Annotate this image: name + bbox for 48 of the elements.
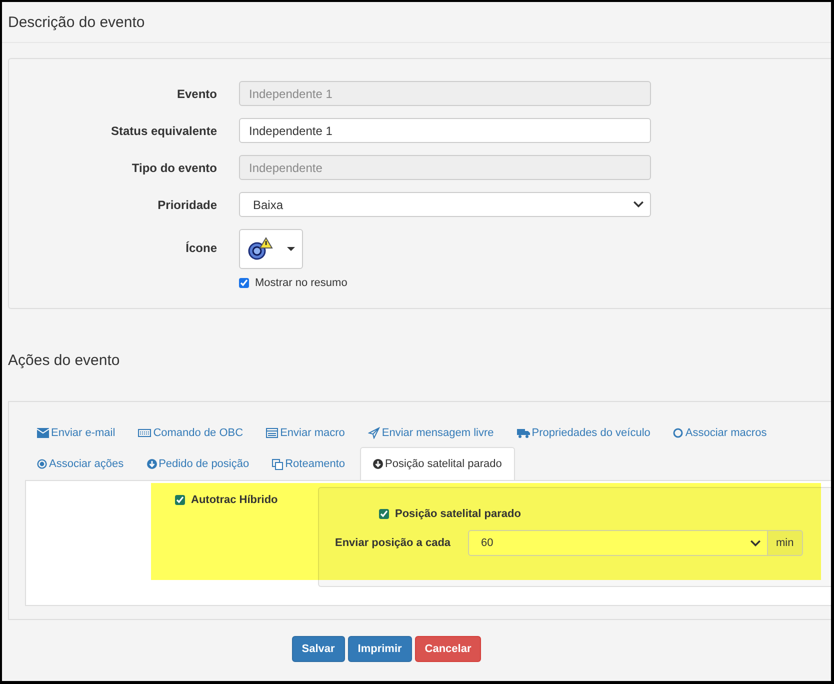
- list-card-icon: [266, 428, 278, 438]
- checkbox[interactable]: [175, 495, 185, 505]
- tab[interactable]: Posição satelital parado: [360, 447, 515, 480]
- chevron-down-icon: [633, 201, 644, 208]
- envelope-icon: [37, 428, 49, 438]
- field-label: Tipo do evento: [130, 160, 218, 174]
- checkbox-label: Posição satelital parado: [395, 508, 521, 520]
- input-field[interactable]: Independente: [239, 155, 651, 180]
- tab[interactable]: Roteamento: [264, 447, 358, 480]
- radio-dot-icon: [37, 459, 47, 469]
- keyboard-icon: [138, 429, 152, 437]
- field-label: Prioridade: [156, 198, 218, 212]
- field-label: Evento: [176, 86, 218, 100]
- field-label: Enviar posição a cada: [335, 537, 452, 549]
- tab[interactable]: Comando de OBC: [130, 416, 256, 449]
- field-label: Ícone: [184, 241, 218, 255]
- input-field[interactable]: Independente 1: [239, 118, 651, 143]
- chevron-down-icon: [750, 540, 761, 546]
- unit-addon: min: [768, 530, 803, 556]
- action-button[interactable]: Cancelar: [414, 636, 482, 662]
- input-field[interactable]: Independente 1: [239, 81, 651, 106]
- section-title: Ações do evento: [8, 352, 120, 368]
- checkbox-label: Autotrac Híbrido: [191, 494, 278, 506]
- arrow-down-circle-icon: [146, 459, 157, 469]
- tab[interactable]: Enviar e-mail: [29, 416, 128, 449]
- checkbox[interactable]: [239, 278, 249, 288]
- tab[interactable]: Enviar macro: [258, 416, 358, 449]
- action-button[interactable]: Imprimir: [348, 636, 412, 662]
- tab[interactable]: Associar macros: [665, 416, 780, 449]
- checkbox-label: Mostrar no resumo: [255, 277, 348, 289]
- select-field[interactable]: Baixa: [239, 192, 651, 217]
- arrow-down-circle-icon: [373, 459, 384, 469]
- tab[interactable]: Propriedades do veículo: [508, 416, 664, 449]
- caret-icon: [287, 247, 295, 251]
- circle-icon: [673, 428, 684, 438]
- action-button[interactable]: Salvar: [292, 636, 345, 662]
- copy-icon: [272, 458, 284, 470]
- truck-icon: [516, 428, 530, 438]
- section-title: Descrição do evento: [8, 14, 145, 30]
- badge-warning-icon: [247, 237, 273, 261]
- field-label: Status equivalente: [110, 124, 218, 138]
- tab[interactable]: Enviar mensagem livre: [360, 416, 507, 449]
- tab[interactable]: Pedido de posição: [138, 447, 262, 480]
- tab[interactable]: Associar ações: [29, 447, 137, 480]
- checkbox[interactable]: [379, 509, 389, 519]
- icon-picker[interactable]: [239, 229, 303, 269]
- paper-plane-icon: [368, 427, 380, 439]
- select-field[interactable]: 60: [468, 530, 768, 556]
